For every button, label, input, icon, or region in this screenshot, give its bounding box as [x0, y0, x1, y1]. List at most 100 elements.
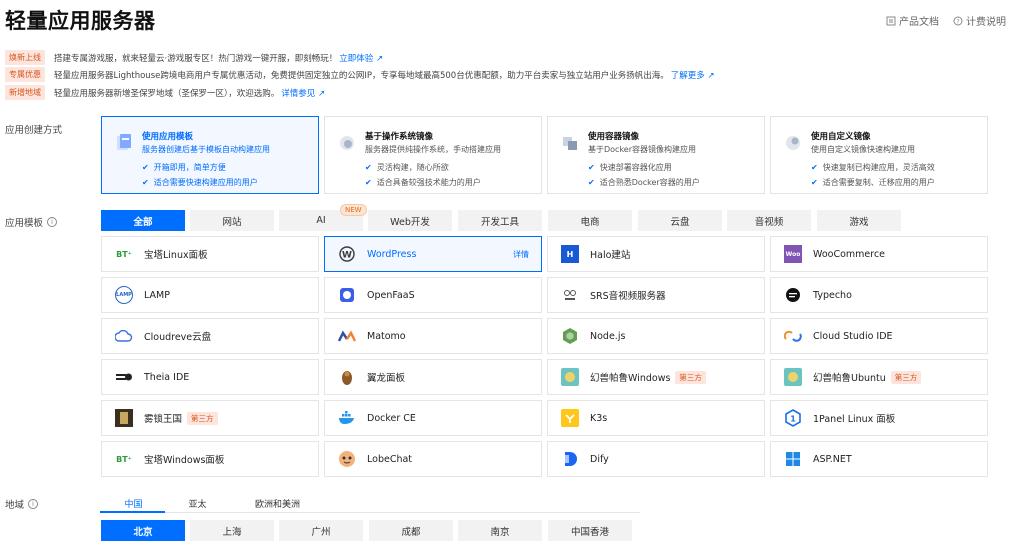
- city-nanjing[interactable]: 南京: [458, 520, 542, 541]
- app-card[interactable]: OpenFaaS: [324, 277, 542, 313]
- app-name: WooCommerce: [813, 248, 886, 260]
- app-card[interactable]: LobeChat: [324, 441, 542, 477]
- method-feature: ✔ 快速部署容器化应用: [588, 162, 764, 173]
- notice-badge: 新增地域: [5, 85, 45, 100]
- notice-row: 专属优惠 轻量应用服务器Lighthouse跨境电商用户专属优惠活动，免费提供固…: [5, 67, 715, 82]
- bt-icon: BT⁺: [116, 454, 132, 464]
- method-card-os[interactable]: 基于操作系统镜像 服务器提供纯操作系统，手动搭建应用 ✔ 灵活构建，随心所欲 ✔ 适…: [324, 116, 542, 194]
- app-name: 翼龙面板: [367, 373, 406, 384]
- notice-link[interactable]: 详情参见 ↗: [281, 87, 325, 99]
- app-card[interactable]: 幻兽帕鲁Windows 第三方: [547, 359, 765, 395]
- app-name: LAMP: [144, 289, 170, 301]
- area-tab-china[interactable]: 中国: [101, 495, 166, 512]
- document-icon: [886, 16, 896, 25]
- app-name: Node.js: [590, 330, 626, 342]
- cloudstudio-icon: [784, 327, 802, 345]
- app-card[interactable]: 雾锁王国 第三方: [101, 400, 319, 436]
- templates-label: 应用模板 i: [5, 215, 58, 229]
- new-badge: NEW: [340, 204, 367, 216]
- app-card[interactable]: Dify: [547, 441, 765, 477]
- app-card[interactable]: Cloudreve云盘: [101, 318, 319, 354]
- app-card[interactable]: Typecho: [770, 277, 988, 313]
- method-feature: ✔ 灵活构建，随心所欲: [365, 162, 541, 173]
- docs-link[interactable]: 产品文档: [886, 13, 939, 28]
- method-title: 基于操作系统镜像: [365, 132, 434, 142]
- category-tab-ecommerce[interactable]: 电商: [548, 210, 632, 231]
- method-feature: ✔ 适合需要快速构建应用的用户: [142, 177, 318, 188]
- check-icon: ✔: [142, 178, 149, 187]
- area-tab-apac[interactable]: 亚太: [170, 495, 225, 512]
- app-name: Theia IDE: [144, 371, 190, 383]
- third-party-badge: 第三方: [675, 370, 706, 384]
- category-tab-website[interactable]: 网站: [190, 210, 274, 231]
- method-card-custom[interactable]: 使用自定义镜像 使用自定义镜像快速构建应用 ✔ 快速复制已构建应用，灵活高效 ✔ 适…: [770, 116, 988, 194]
- app-card[interactable]: Matomo: [324, 318, 542, 354]
- docker-icon: [338, 409, 356, 427]
- app-card[interactable]: BT⁺ 宝塔Linux面板: [101, 236, 319, 272]
- notice-link-label: 立即体验: [339, 53, 374, 64]
- category-tab-all[interactable]: 全部: [101, 210, 185, 231]
- container-image-icon: [563, 137, 577, 150]
- matomo-icon: [338, 327, 356, 345]
- method-subtitle: 服务器提供纯操作系统，手动搭建应用: [365, 145, 501, 154]
- app-card[interactable]: W WordPress 详情: [324, 236, 542, 272]
- top-links: 产品文档 ? 计费说明: [886, 13, 1006, 28]
- area-tab-eu-us[interactable]: 欧洲和美洲: [240, 495, 315, 512]
- app-card[interactable]: Theia IDE: [101, 359, 319, 395]
- method-feature-text: 适合需要复制、迁移应用的用户: [822, 178, 935, 187]
- notice-link[interactable]: 立即体验 ↗: [339, 52, 383, 64]
- app-card[interactable]: SRS音视频服务器: [547, 277, 765, 313]
- method-feature-text: 适合需要快速构建应用的用户: [153, 178, 258, 187]
- category-tab-clouddisk[interactable]: 云盘: [638, 210, 722, 231]
- app-card[interactable]: BT⁺ 宝塔Windows面板: [101, 441, 319, 477]
- method-feature-text: 灵活构建，随心所欲: [376, 163, 449, 172]
- detail-link[interactable]: 详情: [513, 249, 529, 260]
- app-card[interactable]: 1 1Panel Linux 面板: [770, 400, 988, 436]
- third-party-badge: 第三方: [187, 411, 218, 425]
- app-card[interactable]: Docker CE: [324, 400, 542, 436]
- dify-icon: [561, 450, 579, 468]
- app-card[interactable]: Woo WooCommerce: [770, 236, 988, 272]
- external-link-icon: ↗: [707, 70, 715, 81]
- method-card-template[interactable]: 使用应用模板 服务器创建后基于模板自动构建应用 ✔ 开箱即用，简单方便 ✔ 适合需要…: [101, 116, 319, 194]
- enshrouded-icon: [115, 409, 133, 427]
- app-card[interactable]: H Halo建站: [547, 236, 765, 272]
- svg-text:?: ?: [956, 18, 959, 25]
- app-name: Docker CE: [367, 412, 416, 424]
- notice-link[interactable]: 了解更多 ↗: [671, 69, 715, 81]
- method-feature: ✔ 适合具备较强技术能力的用户: [365, 177, 541, 188]
- palworld-icon: [784, 368, 802, 386]
- city-shanghai[interactable]: 上海: [190, 520, 274, 541]
- app-card[interactable]: K3s: [547, 400, 765, 436]
- pterodactyl-icon: [338, 368, 356, 386]
- method-feature: ✔ 开箱即用，简单方便: [142, 162, 318, 173]
- app-card[interactable]: LAMP LAMP: [101, 277, 319, 313]
- app-card[interactable]: 翼龙面板: [324, 359, 542, 395]
- app-card[interactable]: Cloud Studio IDE: [770, 318, 988, 354]
- city-beijing[interactable]: 北京: [101, 520, 185, 541]
- app-card[interactable]: 幻兽帕鲁Ubuntu 第三方: [770, 359, 988, 395]
- category-tab-media[interactable]: 音视频: [727, 210, 811, 231]
- city-chengdu[interactable]: 成都: [369, 520, 453, 541]
- srs-icon: [561, 286, 579, 304]
- city-hongkong[interactable]: 中国香港: [548, 520, 632, 541]
- check-icon: ✔: [811, 178, 818, 187]
- notice-row: 新增地域 轻量应用服务器新增圣保罗地域（圣保罗一区），欢迎选购。 详情参见 ↗: [5, 85, 325, 100]
- app-card[interactable]: ASP.NET: [770, 441, 988, 477]
- app-card[interactable]: Node.js: [547, 318, 765, 354]
- city-guangzhou[interactable]: 广州: [279, 520, 363, 541]
- info-icon[interactable]: i: [47, 217, 58, 227]
- area-tab-indicator: [100, 511, 165, 513]
- method-card-container[interactable]: 使用容器镜像 基于Docker容器镜像构建应用 ✔ 快速部署容器化应用 ✔ 适合熟悉…: [547, 116, 765, 194]
- category-tab-devtools[interactable]: 开发工具: [458, 210, 542, 231]
- billing-link[interactable]: ? 计费说明: [953, 13, 1006, 28]
- method-feature-text: 适合熟悉Docker容器的用户: [599, 178, 700, 187]
- app-name: 幻兽帕鲁Windows: [590, 373, 671, 384]
- category-tab-games[interactable]: 游戏: [817, 210, 901, 231]
- method-subtitle: 基于Docker容器镜像构建应用: [588, 145, 697, 154]
- help-circle-icon: ?: [953, 16, 963, 25]
- info-icon[interactable]: i: [28, 499, 39, 509]
- app-name: Typecho: [813, 289, 852, 301]
- category-tab-webdev[interactable]: Web开发: [368, 210, 452, 231]
- method-subtitle: 使用自定义镜像快速构建应用: [811, 145, 915, 154]
